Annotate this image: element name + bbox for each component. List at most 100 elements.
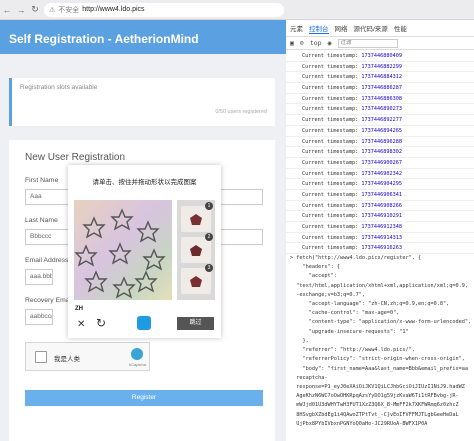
candidate-badge: 2	[205, 233, 213, 241]
log-value: 1737446916263	[361, 245, 402, 252]
challenge-title: 请单击、按住并拖动形状以完成图案	[92, 179, 197, 186]
language-selector[interactable]: ZH	[75, 306, 83, 312]
field-label: First Name	[25, 177, 59, 184]
close-icon[interactable]: ✕	[77, 319, 85, 330]
log-label: Current timestamp:	[302, 159, 359, 166]
candidate-shapes: 1 2 3	[177, 200, 215, 300]
log-label: Current timestamp:	[302, 63, 359, 70]
log-value: 1737446902342	[361, 170, 402, 177]
log-label: Current timestamp:	[302, 53, 359, 59]
forward-icon[interactable]: →	[14, 5, 28, 15]
log-label: Current timestamp:	[302, 149, 359, 156]
console-log-row: Current timestamp: 1737446914313	[286, 233, 474, 244]
devtools-tab[interactable]: 控制台	[309, 23, 329, 34]
console-log-row: Current timestamp: 1737446884312	[286, 72, 474, 84]
register-button[interactable]: Register	[25, 390, 263, 406]
puzzle-stars	[74, 208, 166, 299]
code-line: "accept":	[290, 273, 337, 280]
field-label: Email Address	[25, 257, 69, 264]
console-log-row: Current timestamp: 1737446886287	[286, 83, 474, 94]
console-log-list: Current timestamp: 1737446880409 Current …	[286, 50, 474, 255]
code-line: UjPbx8PYbIVbxnPGNYoQ0aHo-JC29RUoA-BWFX1P…	[290, 420, 428, 427]
sidebar-icon[interactable]: ▣	[290, 39, 294, 47]
log-value: 1737446896288	[361, 138, 402, 145]
log-value: 1737446908266	[361, 202, 402, 209]
console-log-row: Current timestamp: 1737446900267	[286, 158, 474, 169]
devtools-tab[interactable]: 源代码/来源	[354, 23, 388, 33]
candidate-shape-3[interactable]: 3	[181, 264, 213, 294]
candidate-shape-1[interactable]: 1	[181, 202, 213, 232]
code-line: recaptcha-	[290, 374, 328, 381]
console-log-row: Current timestamp: 1737446898302	[286, 147, 474, 158]
console-log-row: Current timestamp: 1737446896288	[286, 137, 474, 148]
log-value: 1737446900267	[361, 159, 402, 166]
log-label: Current timestamp:	[302, 191, 359, 198]
log-label: Current timestamp:	[302, 138, 359, 145]
devtools-tab[interactable]: 网络	[335, 23, 348, 33]
log-value: 1737446884312	[361, 74, 402, 81]
code-line: "accept-language": "zh-CN,zh;q=0.9,en;q=…	[290, 301, 450, 308]
devtools-tab[interactable]: 性能	[394, 23, 407, 33]
code-line: "body": "first_name=Aaa&last_name=Bbb&em…	[290, 365, 469, 372]
pentagon-icon	[190, 245, 202, 256]
log-value: 1737446894265	[361, 127, 402, 134]
code-line: mWJjd01U3dWHYTwH3FUT1XzZ3Q6X_B-MmFF2k7XK…	[290, 402, 459, 409]
console-log-row: Current timestamp: 1737446908266	[286, 201, 474, 212]
candidate-shape-2[interactable]: 2	[181, 233, 213, 263]
url-text: http://www4.ldo.pics	[82, 6, 145, 13]
eye-icon[interactable]: ◉	[328, 39, 332, 47]
console-log-row: Current timestamp: 1737446912348	[286, 222, 474, 233]
code-line: "referrerPolicy": "strict-origin-when-cr…	[290, 356, 465, 363]
not-secure-label: 不安全	[58, 6, 80, 14]
field-input[interactable]: aabbcc@	[25, 309, 53, 325]
address-bar[interactable]: ⚠ 不安全 http://www4.ldo.pics	[44, 2, 284, 17]
reload-icon[interactable]: ↻	[28, 4, 42, 15]
pentagon-icon	[190, 276, 202, 287]
log-label: Current timestamp:	[302, 170, 359, 177]
console-toolbar: ▣ ⊘ top ◉	[286, 37, 474, 50]
pentagon-icon	[190, 214, 202, 225]
code-line: "cache-control": "max-age=0",	[290, 310, 400, 317]
log-value: 1737446914313	[361, 234, 402, 241]
code-line: "upgrade-insecure-requests": "1"	[290, 328, 409, 335]
log-label: Current timestamp:	[302, 213, 359, 220]
puzzle-image[interactable]	[74, 200, 172, 300]
console-log-row: Current timestamp: 1737446906341	[286, 190, 474, 201]
code-line: "text/html,application/xhtml+xml,applica…	[290, 282, 469, 289]
code-line: AgeKhzN6WC7oOwOHKRpqAzsYyDO1g59jzKvaW6Ti…	[290, 393, 459, 400]
devtools-tab[interactable]: 元素	[290, 23, 303, 33]
back-icon[interactable]: ←	[0, 5, 14, 15]
console-log-row: Current timestamp: 1737446882299	[286, 62, 474, 73]
code-line: 8HSvgbXZbdEg1i4QAwoZTPtTvt_-C}vEoIFVFFMJ…	[290, 411, 459, 418]
captcha-checkbox[interactable]	[35, 351, 47, 363]
log-label: Current timestamp:	[302, 181, 359, 188]
log-value: 1737446890273	[361, 106, 402, 113]
console-log-row: Current timestamp: 1737446886308	[286, 94, 474, 105]
filter-input[interactable]	[337, 38, 398, 48]
not-secure-icon: ⚠	[49, 6, 56, 14]
hcaptcha-logo-icon	[131, 348, 143, 360]
code-line: response=P1_eyJ0eXAiOiJKV1QiLCJhbGciOiJI…	[290, 383, 465, 390]
field-input[interactable]: aaa.bbbccc1	[25, 269, 53, 285]
console-log-row: Current timestamp: 1737446910291	[286, 211, 474, 222]
console-log-row: Current timestamp: 1737446916263	[286, 243, 474, 255]
code-line: },	[290, 337, 309, 344]
hcaptcha-widget[interactable]: 我是人类 hCaptcha	[25, 342, 150, 371]
code-line: "headers": {	[290, 264, 340, 271]
context-select[interactable]: top	[310, 39, 322, 47]
console-log-row: Current timestamp: 1737446894265	[286, 126, 474, 137]
hcaptcha-brand: hCaptcha	[128, 362, 146, 367]
log-value: 1737446882299	[361, 63, 402, 70]
hcaptcha-icon[interactable]	[137, 316, 151, 330]
captcha-label: 我是人类	[54, 356, 80, 363]
clear-icon[interactable]: ⊘	[300, 39, 304, 47]
log-label: Current timestamp:	[302, 127, 359, 134]
field-label: Recovery Email	[25, 297, 73, 304]
log-value: 1737446910291	[361, 213, 402, 220]
skip-button[interactable]: 跳过	[177, 317, 214, 330]
page-title: Self Registration - AetherionMind	[0, 20, 286, 54]
console-log-row: Current timestamp: 1737446880409	[286, 51, 474, 62]
refresh-icon[interactable]: ↻	[96, 316, 106, 330]
console-log-row: Current timestamp: 1737446890273	[286, 104, 474, 116]
devtools-tabs: 元素 控制台 网络 源代码/来源 性能	[286, 20, 474, 37]
